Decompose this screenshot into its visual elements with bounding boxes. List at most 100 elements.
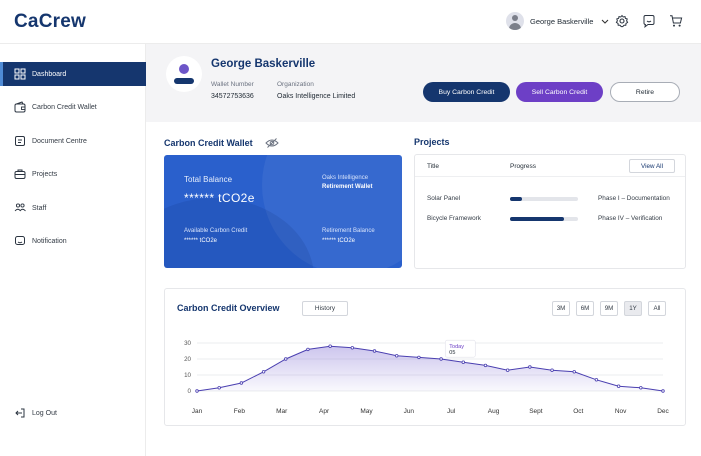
- data-point: [395, 354, 399, 358]
- wallet-org-name: Oaks Intelligence: [322, 175, 369, 181]
- cart-icon[interactable]: [669, 14, 683, 28]
- overview-chart: 0 10 20 30 Jan Feb Mar Apr May Jun Jul Aug Sept Oct No…: [184, 339, 670, 415]
- data-point: [306, 347, 310, 352]
- top-bar: CaCrew George Baskerville: [0, 0, 701, 44]
- project-phase: Phase IV – Verification: [598, 215, 663, 222]
- data-point: [528, 365, 532, 369]
- people-icon: [14, 203, 26, 212]
- wallet-icon: [14, 101, 26, 113]
- retirement-balance-value: ****** tCO2e: [322, 238, 356, 244]
- range-1y-button[interactable]: 1Y: [624, 301, 642, 316]
- user-menu[interactable]: George Baskerville: [506, 12, 609, 30]
- data-point: [217, 386, 221, 390]
- data-point: [239, 381, 244, 385]
- data-point: [261, 370, 266, 374]
- retire-button[interactable]: Retire: [610, 82, 680, 102]
- avatar: [506, 12, 524, 30]
- buy-carbon-credit-button[interactable]: Buy Carbon Credit: [423, 82, 510, 102]
- y-tick-label: 20: [184, 356, 191, 363]
- organization-value: Oaks Intelligence Limited: [277, 93, 356, 100]
- data-point: [439, 357, 443, 361]
- projects-section-title: Projects: [414, 137, 450, 147]
- sidebar-item-label: Carbon Credit Wallet: [32, 103, 97, 111]
- sell-carbon-credit-button[interactable]: Sell Carbon Credit: [516, 82, 603, 102]
- wallet-number-label: Wallet Number: [211, 81, 254, 88]
- column-title: Title: [427, 163, 440, 170]
- total-balance-value: ****** tCO2e: [184, 191, 255, 205]
- wallet-section-title: Carbon Credit Wallet: [164, 138, 253, 148]
- data-point: [284, 357, 288, 361]
- range-6m-button[interactable]: 6M: [576, 301, 594, 316]
- data-point: [350, 346, 355, 350]
- data-point: [505, 368, 510, 372]
- profile-name: George Baskerville: [211, 58, 316, 70]
- eye-off-icon[interactable]: [265, 137, 279, 149]
- user-name: George Baskerville: [530, 16, 594, 26]
- data-point: [639, 386, 643, 390]
- y-tick-label: 30: [184, 340, 191, 347]
- sidebar-item-document-centre[interactable]: Document Centre: [0, 129, 146, 153]
- briefcase-icon: [14, 169, 26, 179]
- wallet-card: Total Balance ****** tCO2e Oaks Intellig…: [164, 155, 402, 268]
- retirement-balance-label: Retirement Balance: [322, 228, 375, 234]
- sidebar-item-dashboard[interactable]: Dashboard: [0, 62, 146, 86]
- chat-icon[interactable]: [642, 14, 656, 28]
- range-all-button[interactable]: All: [648, 301, 666, 316]
- x-tick-label: Oct: [573, 408, 583, 415]
- organization-label: Organization: [277, 81, 314, 88]
- data-point: [417, 355, 421, 360]
- range-3m-button[interactable]: 3M: [552, 301, 570, 316]
- sidebar-item-label: Dashboard: [32, 70, 67, 78]
- tooltip-value: 05: [449, 350, 455, 356]
- sidebar-item-label: Staff: [32, 204, 47, 212]
- available-credit-value: ****** tCO2e: [184, 238, 218, 244]
- document-icon: [15, 136, 25, 146]
- series-area: [197, 346, 663, 391]
- overview-title: Carbon Credit Overview: [177, 303, 280, 313]
- range-9m-button[interactable]: 9M: [600, 301, 618, 316]
- logout-icon: [15, 408, 25, 418]
- x-tick-label: May: [360, 408, 373, 415]
- data-point: [616, 384, 621, 388]
- history-button[interactable]: History: [302, 301, 348, 316]
- data-point: [550, 368, 554, 372]
- logout-button[interactable]: Log Out: [0, 401, 146, 425]
- data-point: [594, 378, 599, 382]
- sidebar-item-carbon-credit-wallet[interactable]: Carbon Credit Wallet: [0, 95, 146, 119]
- projects-table-header: Title Progress View All: [415, 155, 685, 177]
- x-tick-label: Jul: [447, 408, 456, 415]
- project-phase: Phase I – Documentation: [598, 195, 670, 202]
- dashboard-icon: [14, 68, 26, 80]
- chart-tooltip: Today05: [444, 339, 476, 358]
- y-tick-label: 0: [188, 388, 192, 395]
- notification-icon: [15, 236, 25, 245]
- progress-bar: [510, 217, 578, 221]
- view-all-button[interactable]: View All: [629, 159, 675, 173]
- sidebar-item-notification[interactable]: Notification: [0, 229, 146, 253]
- x-tick-label: Jun: [404, 408, 415, 415]
- project-title: Solar Panel: [427, 195, 461, 202]
- sidebar: Dashboard Carbon Credit Wallet Document …: [0, 44, 146, 456]
- sidebar-item-projects[interactable]: Projects: [0, 162, 146, 186]
- wallet-type: Retirement Wallet: [322, 184, 373, 190]
- x-tick-label: Mar: [276, 408, 288, 415]
- main-content: George Baskerville Wallet Number 3457275…: [146, 44, 701, 456]
- available-credit-label: Available Carbon Credit: [184, 228, 248, 234]
- carbon-credit-overview: Carbon Credit Overview History 3M 6M 9M …: [164, 288, 686, 426]
- data-point: [328, 344, 332, 348]
- progress-bar: [510, 197, 578, 201]
- gear-icon[interactable]: [615, 14, 629, 28]
- logout-label: Log Out: [32, 409, 57, 417]
- app-logo[interactable]: CaCrew: [14, 11, 86, 33]
- x-tick-label: Aug: [488, 408, 500, 415]
- sidebar-item-staff[interactable]: Staff: [0, 196, 146, 220]
- x-tick-label: Apr: [319, 408, 330, 415]
- profile-header: George Baskerville Wallet Number 3457275…: [146, 44, 701, 122]
- sidebar-item-label: Projects: [32, 170, 58, 178]
- project-title: Bicycle Framework: [427, 215, 481, 222]
- total-balance-label: Total Balance: [184, 175, 233, 184]
- wallet-number-value: 34572753636: [211, 93, 254, 100]
- sidebar-item-label: Notification: [32, 237, 67, 245]
- data-point: [572, 370, 576, 374]
- data-point: [461, 360, 465, 364]
